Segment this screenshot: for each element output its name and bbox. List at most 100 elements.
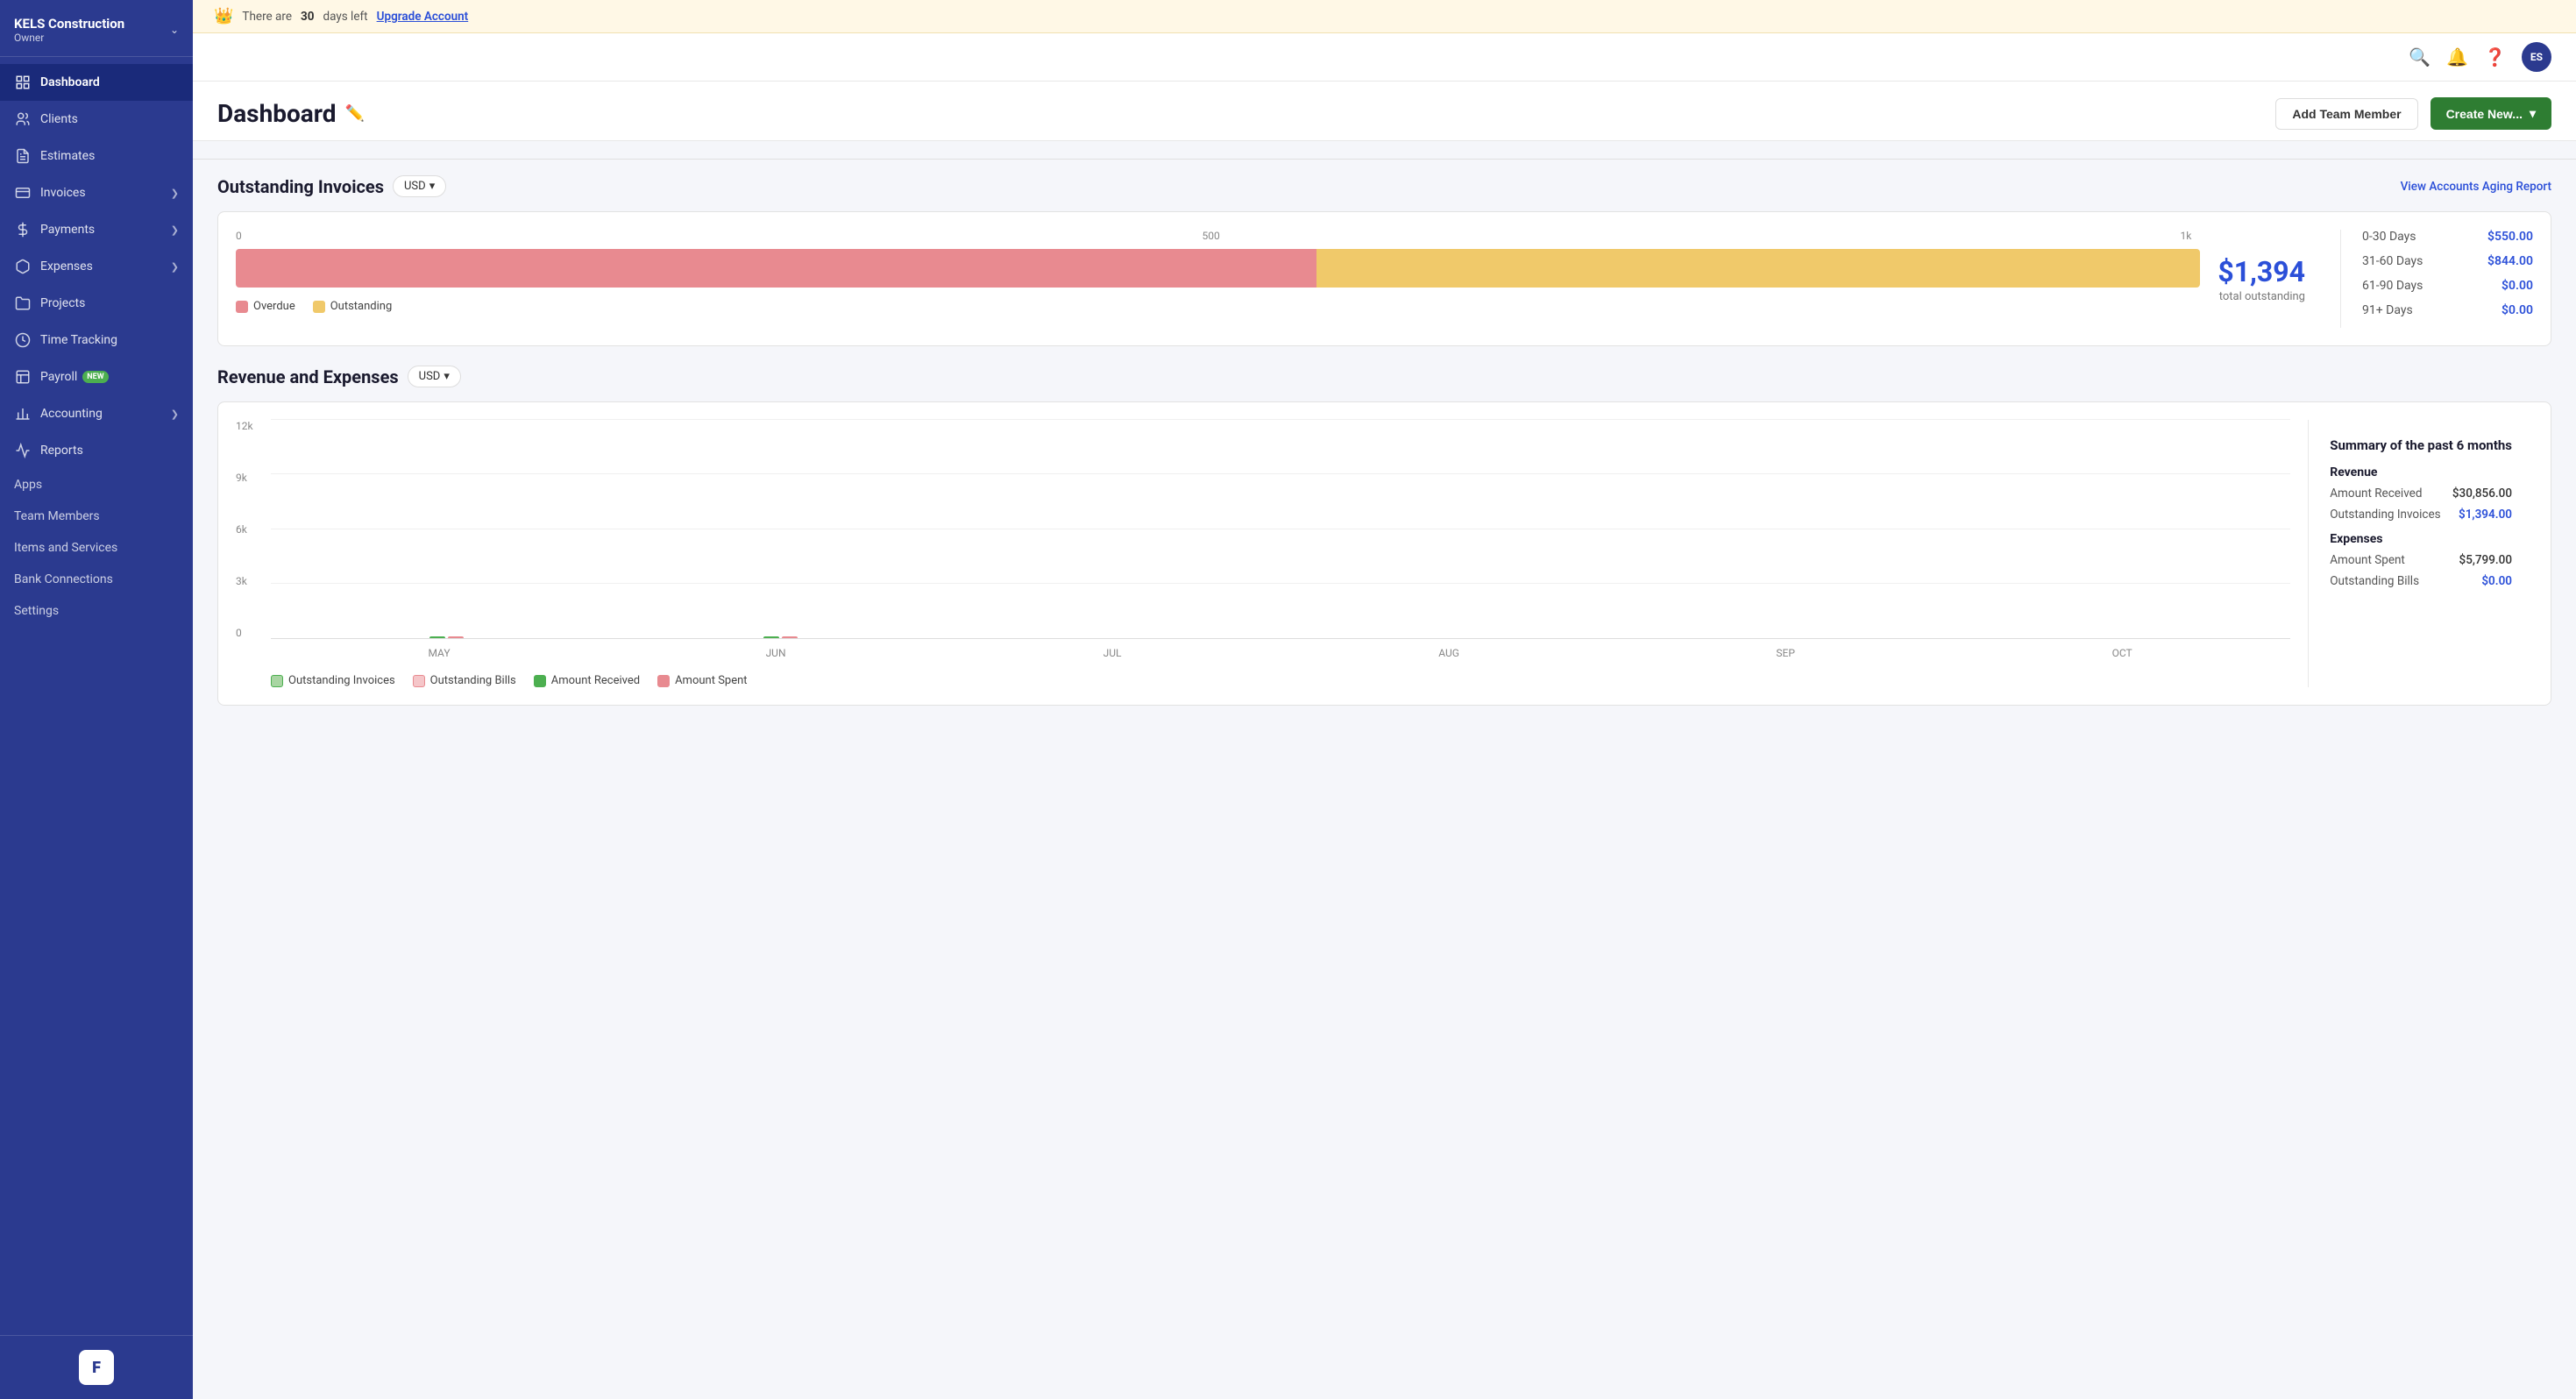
revenue-chart-container: 0 3k 6k 9k 12k xyxy=(236,420,2533,687)
sidebar-item-time-tracking[interactable]: Time Tracking xyxy=(0,322,193,359)
sidebar-item-dashboard[interactable]: Dashboard xyxy=(0,64,193,101)
projects-icon xyxy=(14,295,32,312)
may-received-bar xyxy=(429,636,445,638)
invoices-icon xyxy=(14,184,32,202)
sidebar-item-accounting[interactable]: Accounting ❯ xyxy=(0,395,193,432)
search-icon[interactable]: 🔍 xyxy=(2409,46,2431,67)
amount-received-row: Amount Received $30,856.00 xyxy=(2330,486,2512,501)
outstanding-dot xyxy=(313,301,325,313)
sidebar-label-expenses: Expenses xyxy=(40,259,93,273)
view-accounts-aging-report-link[interactable]: View Accounts Aging Report xyxy=(2401,180,2551,194)
invoices-chevron-icon: ❯ xyxy=(171,188,179,199)
estimates-icon xyxy=(14,147,32,165)
crown-icon: 👑 xyxy=(214,7,233,25)
sidebar-item-team-members[interactable]: Team Members xyxy=(0,501,193,532)
revenue-expenses-header: Revenue and Expenses USD ▾ xyxy=(217,366,2551,387)
currency-selector-invoices[interactable]: USD ▾ xyxy=(393,175,446,197)
user-initials: ES xyxy=(2530,51,2543,63)
legend-outstanding-bills-box xyxy=(413,675,425,687)
outstanding-invoices-card: 0 500 1k Overdue xyxy=(217,211,2551,346)
sidebar-item-items-services[interactable]: Items and Services xyxy=(0,532,193,564)
sidebar-header[interactable]: KELS Construction Owner ⌄ xyxy=(0,0,193,57)
aging-value-0-30: $550.00 xyxy=(2487,230,2533,244)
page-title: Dashboard xyxy=(217,99,337,128)
user-avatar[interactable]: ES xyxy=(2522,42,2551,72)
aging-value-31-60: $844.00 xyxy=(2487,254,2533,268)
outstanding-invoices-summary-value: $1,394.00 xyxy=(2459,508,2512,522)
total-label: total outstanding xyxy=(2219,290,2305,303)
aging-breakdown: 0-30 Days $550.00 31-60 Days $844.00 61-… xyxy=(2340,230,2533,328)
revenue-title-row: Revenue and Expenses USD ▾ xyxy=(217,366,461,387)
legend-outstanding-inv-box xyxy=(271,675,283,687)
add-team-member-button[interactable]: Add Team Member xyxy=(2275,98,2417,130)
sidebar-footer: F xyxy=(0,1335,193,1399)
invoice-bar xyxy=(236,249,2200,288)
amount-received-label: Amount Received xyxy=(2330,486,2422,501)
currency-selector-revenue[interactable]: USD ▾ xyxy=(408,366,461,387)
sidebar-item-clients[interactable]: Clients xyxy=(0,101,193,138)
title-row: Dashboard ✏️ xyxy=(217,99,365,128)
invoice-total: $1,394 total outstanding xyxy=(2218,230,2323,328)
sidebar-item-bank-connections[interactable]: Bank Connections xyxy=(0,564,193,595)
sidebar-label-apps: Apps xyxy=(14,478,42,492)
x-label-jul: JUL xyxy=(1086,647,1139,659)
invoice-chart-area: 0 500 1k Overdue xyxy=(236,230,2533,328)
edit-dashboard-icon[interactable]: ✏️ xyxy=(345,104,365,123)
outstanding-bills-label: Outstanding Bills xyxy=(2330,574,2419,588)
legend-outstanding-inv: Outstanding Invoices xyxy=(271,674,395,687)
outstanding-bar xyxy=(1316,249,2201,288)
sidebar-label-invoices: Invoices xyxy=(40,186,86,200)
header-bar: 🔍 🔔 ❓ ES xyxy=(193,33,2576,82)
upgrade-link[interactable]: Upgrade Account xyxy=(377,10,469,24)
sidebar-item-projects[interactable]: Projects xyxy=(0,285,193,322)
month-may xyxy=(429,636,464,638)
sidebar-label-reports: Reports xyxy=(40,444,83,458)
section-title-row: Outstanding Invoices USD ▾ xyxy=(217,175,446,197)
sidebar-item-settings[interactable]: Settings xyxy=(0,595,193,627)
expenses-icon xyxy=(14,258,32,275)
currency-chevron-icon: ▾ xyxy=(429,180,436,193)
x-label-jun: JUN xyxy=(749,647,802,659)
aging-label-31-60: 31-60 Days xyxy=(2362,254,2423,268)
scale-left: 0 xyxy=(236,230,242,242)
outstanding-label: Outstanding xyxy=(330,300,393,313)
bar-chart-area: 0 3k 6k 9k 12k xyxy=(236,420,2290,687)
upgrade-banner: 👑 There are 30 days left Upgrade Account xyxy=(193,0,2576,33)
overdue-label: Overdue xyxy=(253,300,295,313)
currency-label-invoices: USD xyxy=(404,180,426,193)
sidebar-item-invoices[interactable]: Invoices ❯ xyxy=(0,174,193,211)
legend-amount-received-box xyxy=(534,675,546,687)
company-chevron-icon[interactable]: ⌄ xyxy=(170,24,179,36)
sidebar-label-dashboard: Dashboard xyxy=(40,75,100,89)
company-role: Owner xyxy=(14,32,124,44)
aging-label-0-30: 0-30 Days xyxy=(2362,230,2416,244)
sidebar-item-reports[interactable]: Reports xyxy=(0,432,193,469)
y-axis-labels: 0 3k 6k 9k 12k xyxy=(236,420,267,639)
y-label-6k: 6k xyxy=(236,523,267,536)
currency-label-revenue: USD xyxy=(419,370,441,383)
sidebar-label-payroll: Payroll xyxy=(40,370,77,384)
reports-icon xyxy=(14,442,32,459)
aging-row-91-plus: 91+ Days $0.00 xyxy=(2362,303,2533,317)
help-icon[interactable]: ❓ xyxy=(2484,46,2506,67)
create-new-button[interactable]: Create New... ▾ xyxy=(2431,97,2551,130)
payments-chevron-icon: ❯ xyxy=(171,224,179,236)
sidebar-item-apps[interactable]: Apps xyxy=(0,469,193,501)
notification-bell-icon[interactable]: 🔔 xyxy=(2446,46,2468,67)
dashboard-header: Dashboard ✏️ Add Team Member Create New.… xyxy=(193,82,2576,141)
aging-row-61-90: 61-90 Days $0.00 xyxy=(2362,279,2533,293)
x-label-aug: AUG xyxy=(1423,647,1475,659)
accounting-chevron-icon: ❯ xyxy=(171,408,179,420)
expenses-section-title: Expenses xyxy=(2330,532,2512,546)
sidebar-item-estimates[interactable]: Estimates xyxy=(0,138,193,174)
aging-value-91-plus: $0.00 xyxy=(2501,303,2533,317)
bar-section: 0 500 1k Overdue xyxy=(236,230,2200,328)
sidebar-item-payments[interactable]: Payments ❯ xyxy=(0,211,193,248)
payments-icon xyxy=(14,221,32,238)
y-label-9k: 9k xyxy=(236,472,267,484)
sidebar-item-expenses[interactable]: Expenses ❯ xyxy=(0,248,193,285)
sidebar-nav: Dashboard Clients Estimates Invoices ❯ xyxy=(0,57,193,1335)
scale-right: 1k xyxy=(2180,230,2191,242)
sidebar-item-payroll[interactable]: Payroll NEW xyxy=(0,359,193,395)
y-label-12k: 12k xyxy=(236,420,267,432)
